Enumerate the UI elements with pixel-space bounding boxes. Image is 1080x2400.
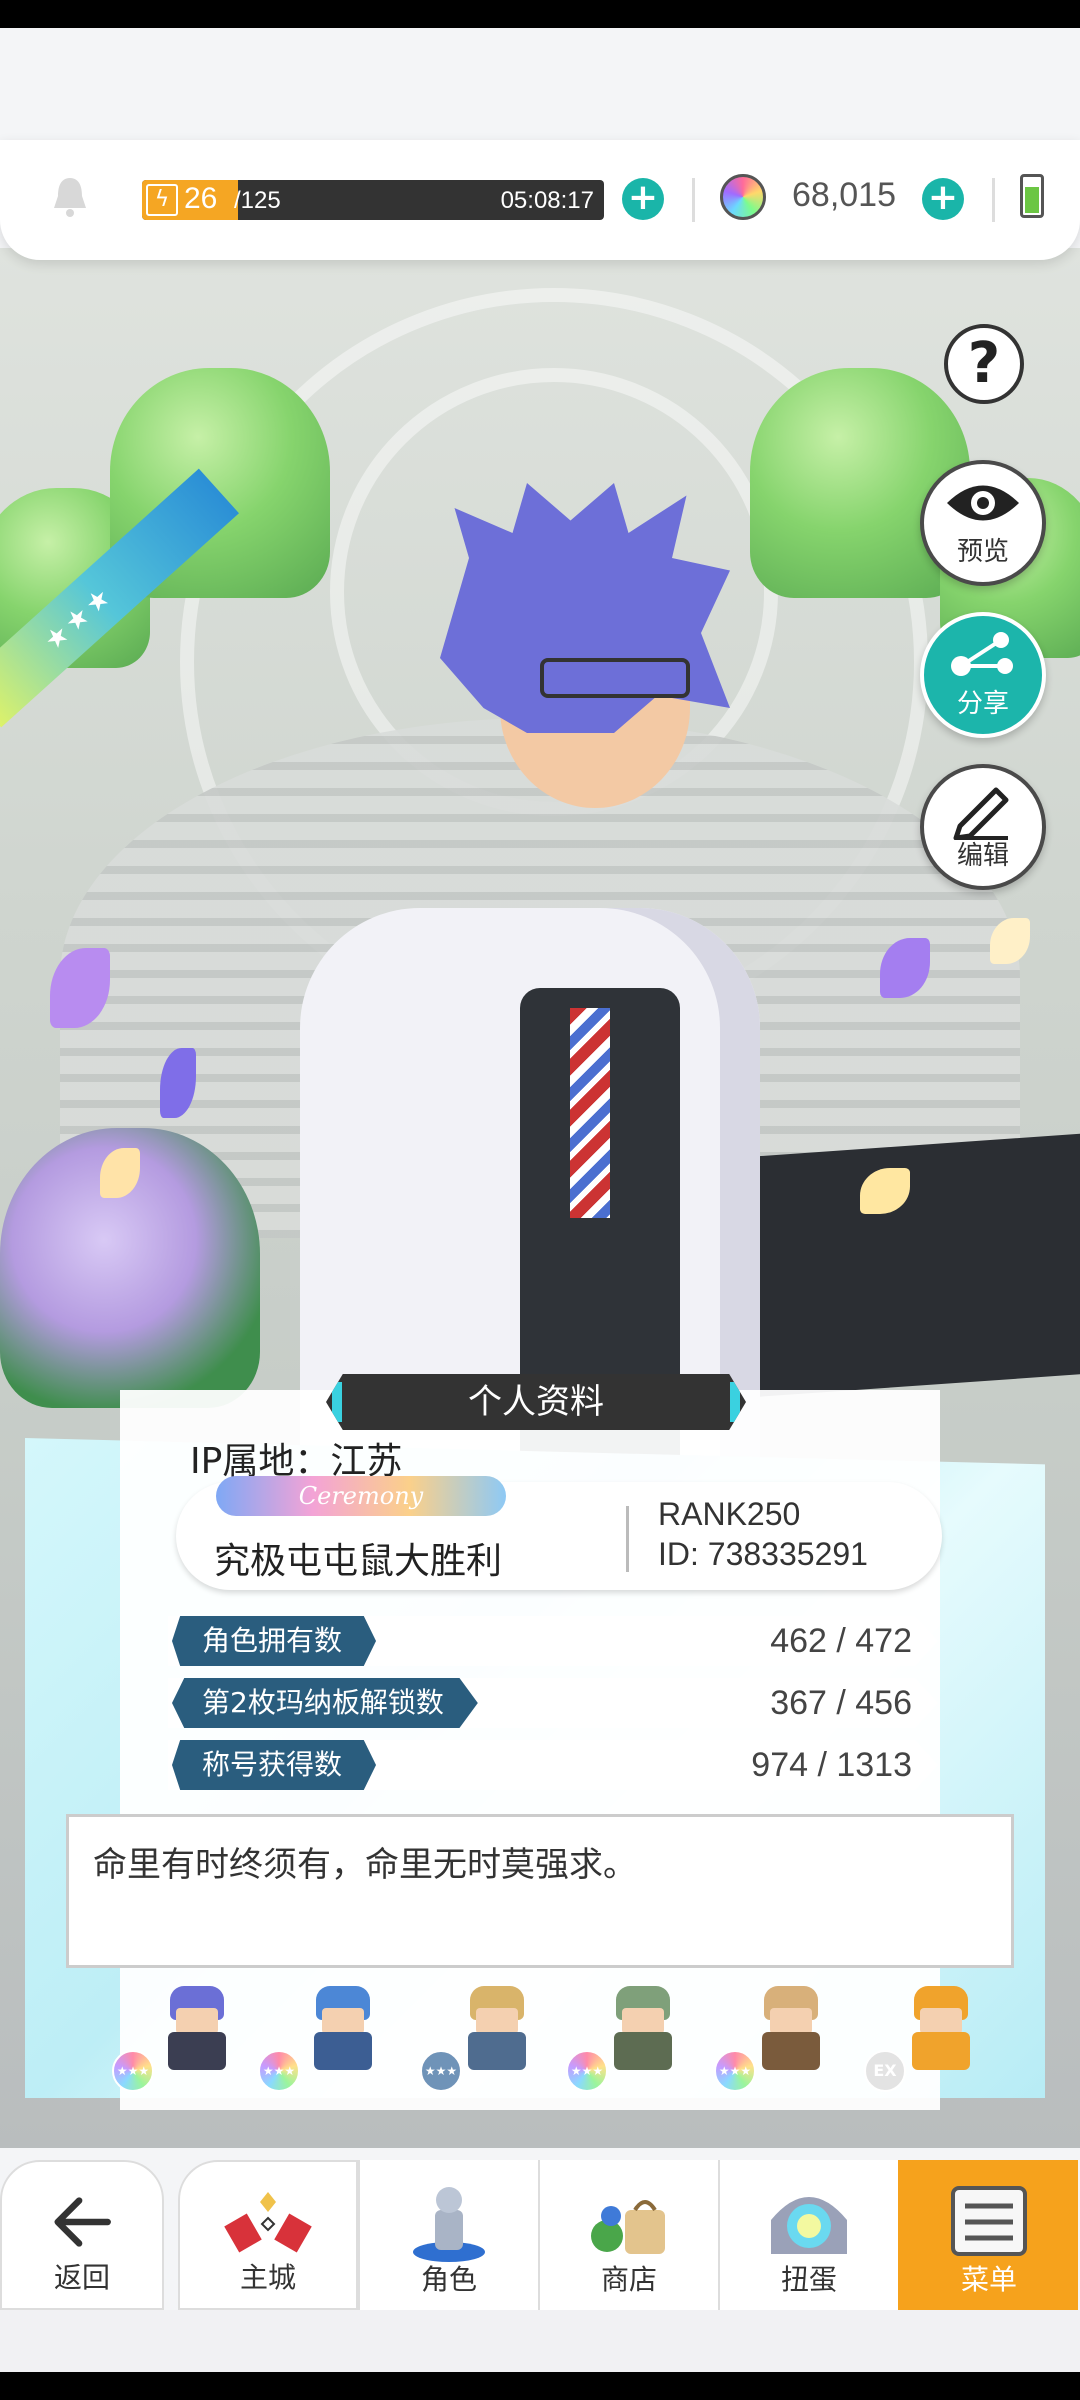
battery-icon (1020, 174, 1044, 218)
stat-row-titles: 称号获得数 974 / 1313 (168, 1740, 938, 1790)
nav-shop[interactable]: 商店 (538, 2160, 718, 2310)
player-id: ID: 738335291 (658, 1536, 868, 1572)
gacha-portal-icon (771, 2197, 847, 2254)
nav-characters-label: 角色 (420, 2263, 477, 2296)
team-character-sprite[interactable] (306, 1986, 380, 2070)
stat-row-characters: 角色拥有数 462 / 472 (168, 1616, 938, 1666)
team-character-sprite[interactable] (460, 1986, 534, 2070)
player-name: 究极屯屯鼠大胜利 (214, 1541, 503, 1582)
divider (626, 1506, 629, 1572)
team-character-sprite[interactable] (160, 1986, 234, 2070)
bell-icon[interactable] (50, 174, 90, 218)
stat-label: 角色拥有数 (172, 1616, 377, 1666)
nav-characters[interactable]: 角色 (358, 2160, 538, 2310)
character-statue-icon (413, 2187, 485, 2262)
gem-icon (720, 174, 766, 220)
nav-shop-label: 商店 (600, 2263, 657, 2296)
home-castle-icon (224, 2192, 312, 2253)
rarity-badge: ★★★ (112, 2050, 154, 2092)
team-character-sprite[interactable] (754, 1986, 828, 2070)
preview-button[interactable]: 预览 (920, 460, 1046, 586)
edit-label: 编辑 (956, 841, 1009, 871)
edit-button[interactable]: 编辑 (920, 764, 1046, 890)
share-label: 分享 (956, 689, 1009, 719)
share-button[interactable]: 分享 (920, 612, 1046, 738)
player-rank: RANK250 (658, 1496, 801, 1532)
stat-row-mana-board: 第2枚玛纳板解锁数 367 / 456 (168, 1678, 938, 1728)
system-gesture-area (0, 2310, 1080, 2372)
stamina-max: /125 (234, 187, 281, 214)
help-icon: ? (967, 331, 1001, 396)
bottom-nav: 返回 主城 角色 商店 扭蛋 菜单 (0, 2150, 1080, 2310)
rarity-badge: ★★★ (566, 2050, 608, 2092)
add-stamina-button[interactable]: + (622, 178, 664, 220)
profile-title: 个人资料 (468, 1382, 604, 1422)
nav-home[interactable]: 主城 (178, 2160, 358, 2310)
player-card: Ceremony 究极屯屯鼠大胜利 RANK250 ID: 738335291 (176, 1476, 942, 1590)
nav-home-label: 主城 (239, 2261, 296, 2294)
game-screen: ★★★ ϟ 26 /125 05:08:17 + 68,015 + ? 预览 分… (0, 28, 1080, 2372)
help-button[interactable]: ? (944, 324, 1024, 404)
rarity-badge: ★★★ (714, 2050, 756, 2092)
lightning-icon: ϟ (146, 184, 178, 216)
stat-value: 462 / 472 (770, 1622, 912, 1660)
divider (992, 178, 995, 222)
preview-label: 预览 (956, 537, 1009, 567)
stat-label: 称号获得数 (172, 1740, 377, 1790)
arrow-left-icon (54, 2197, 111, 2247)
divider (692, 178, 695, 222)
motto-text: 命里有时终须有，命里无时莫强求。 (93, 1845, 637, 1885)
team-character-sprite[interactable] (904, 1986, 978, 2070)
profile-title-banner: 个人资料 (326, 1374, 746, 1430)
stamina-current: 26 (184, 182, 218, 215)
stat-value: 367 / 456 (770, 1684, 912, 1722)
nav-gacha-label: 扭蛋 (780, 2263, 837, 2296)
character-tie (570, 1008, 610, 1218)
eye-icon (947, 485, 1019, 521)
character-glasses (540, 658, 690, 698)
back-label: 返回 (53, 2261, 110, 2294)
rarity-badge: ★★★ (258, 2050, 300, 2092)
gem-count: 68,015 (792, 176, 896, 214)
back-button[interactable]: 返回 (0, 2160, 164, 2310)
nav-gacha[interactable]: 扭蛋 (718, 2160, 898, 2310)
stat-value: 974 / 1313 (751, 1746, 912, 1784)
team-character-sprite[interactable] (606, 1986, 680, 2070)
resource-bar: ϟ 26 /125 05:08:17 + 68,015 + (0, 140, 1080, 260)
add-gems-button[interactable]: + (922, 178, 964, 220)
nav-menu[interactable]: 菜单 (898, 2160, 1078, 2310)
title-badge[interactable]: Ceremony (216, 1476, 506, 1516)
stat-label: 第2枚玛纳板解锁数 (172, 1678, 478, 1728)
nav-menu-label: 菜单 (960, 2263, 1017, 2296)
rarity-badge-ex: EX (864, 2050, 906, 2092)
share-icon (951, 632, 1013, 676)
rarity-badge: ★★★ (420, 2050, 462, 2092)
stamina-bar: ϟ 26 /125 05:08:17 (142, 180, 604, 220)
shop-bag-icon (591, 2200, 665, 2254)
stamina-timer: 05:08:17 (500, 187, 594, 214)
menu-list-icon (951, 2186, 1027, 2256)
pencil-icon (953, 787, 1009, 841)
favorite-team: ★★★ ★★★ ★★★ ★★★ ★★★ EX (90, 1978, 1010, 2108)
motto-box[interactable]: 命里有时终须有，命里无时莫强求。 (66, 1814, 1014, 1968)
